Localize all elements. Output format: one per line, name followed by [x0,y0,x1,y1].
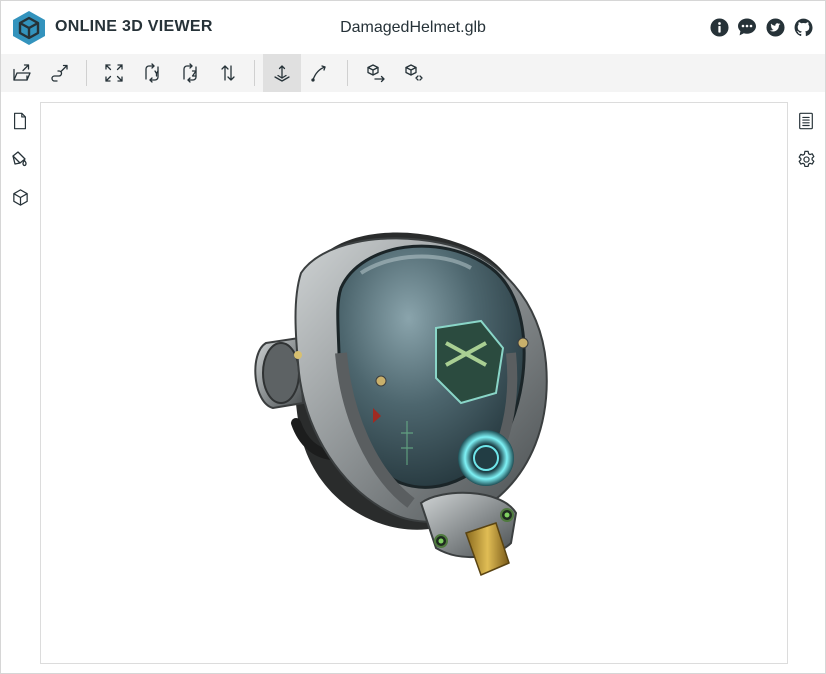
flip-up-icon[interactable] [209,54,247,92]
up-y-icon[interactable] [133,54,171,92]
header-links [709,17,813,37]
model-viewport[interactable] [40,102,788,664]
meshes-icon[interactable] [7,184,33,210]
files-icon[interactable] [7,108,33,134]
toolbar-separator [86,60,87,86]
logo [13,11,45,45]
up-z-icon[interactable] [171,54,209,92]
fit-to-window-icon[interactable] [95,54,133,92]
export-icon[interactable] [357,54,395,92]
open-file-icon[interactable] [3,54,41,92]
fixed-up-vector-icon[interactable] [263,54,301,92]
header: ONLINE 3D VIEWER DamagedHelmet.glb [1,1,825,54]
github-icon[interactable] [793,17,813,37]
open-url-icon[interactable] [41,54,79,92]
toolbar [1,54,825,92]
twitter-icon[interactable] [765,17,785,37]
share-icon[interactable] [395,54,433,92]
details-icon[interactable] [793,108,819,134]
info-icon[interactable] [709,17,729,37]
settings-icon[interactable] [793,146,819,172]
app-title: ONLINE 3D VIEWER [55,18,213,35]
damaged-helmet-model [254,232,548,577]
materials-icon[interactable] [7,146,33,172]
free-orbit-icon[interactable] [301,54,339,92]
chat-icon[interactable] [737,17,757,37]
toolbar-separator [254,60,255,86]
toolbar-separator [347,60,348,86]
